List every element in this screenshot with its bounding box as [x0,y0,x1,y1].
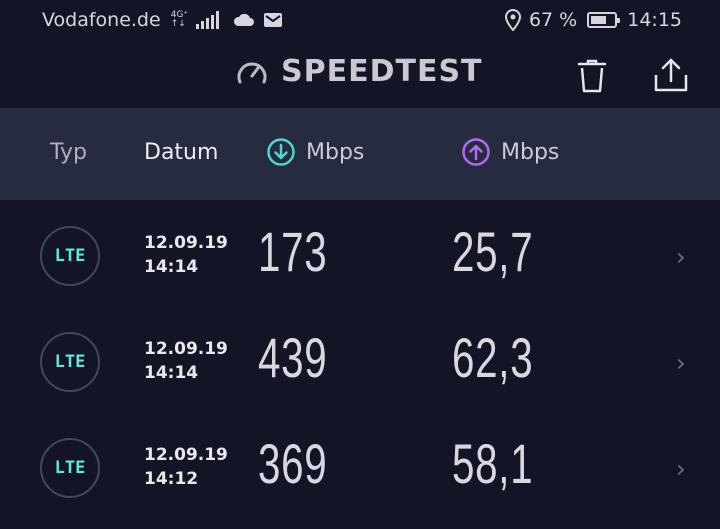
result-datetime: 12.09.19 14:12 [144,443,228,491]
column-upload-unit: Mbps [501,139,560,165]
upload-speed: 58,1 [452,432,534,495]
result-row[interactable]: LTE 12.09.19 14:14 173 25,7 › [0,200,720,306]
signal-icon [196,11,220,29]
download-speed: 439 [258,326,328,389]
chevron-right-icon: › [676,455,686,483]
result-time: 14:14 [144,257,199,277]
status-bar: Vodafone.de 4G⁺ ↑↓ 67 % 14:15 [0,0,720,40]
result-row[interactable]: LTE 12.09.19 14:12 369 58,1 › [0,412,720,518]
result-date: 12.09.19 [144,445,228,465]
battery-level-fill [591,16,606,24]
column-header-download[interactable]: Mbps [266,137,364,167]
clock-time: 14:15 [627,9,682,31]
upload-speed: 25,7 [452,220,534,283]
result-datetime: 12.09.19 14:14 [144,337,228,385]
column-type-label: Typ [50,140,87,165]
column-header-date[interactable]: Datum [144,140,218,165]
battery-percent: 67 % [528,9,578,31]
results-header: Typ Datum Mbps Mbps [0,108,720,200]
share-button[interactable] [650,54,692,96]
result-time: 14:14 [144,363,199,383]
download-speed: 369 [258,432,328,495]
chevron-right-icon: › [676,349,686,377]
speedometer-icon [237,62,267,83]
share-icon [654,58,688,92]
status-left: Vodafone.de 4G⁺ ↑↓ [42,9,283,31]
network-type-badge: 4G⁺ ↑↓ [171,11,188,29]
result-time: 14:12 [144,469,199,489]
result-row[interactable]: LTE 12.09.19 14:14 439 62,3 › [0,306,720,412]
connection-type-badge: LTE [40,226,100,286]
app-title: SPEEDTEST [281,54,483,89]
results-list: LTE 12.09.19 14:14 173 25,7 › LTE 12.09.… [0,200,720,518]
trash-icon [577,59,607,93]
cloud-icon [234,13,255,26]
chevron-right-icon: › [676,243,686,271]
app-brand: SPEEDTEST [235,54,483,89]
upload-speed: 62,3 [452,326,534,389]
location-icon [504,9,521,31]
battery-icon [587,12,621,28]
mail-icon [264,13,283,27]
upload-arrow-icon [462,138,490,166]
column-download-unit: Mbps [306,139,365,165]
carrier-name: Vodafone.de [42,9,161,31]
download-speed: 173 [258,220,328,283]
download-arrow-icon [267,138,295,166]
app-bar: SPEEDTEST [0,40,720,108]
connection-type-badge: LTE [40,332,100,392]
result-datetime: 12.09.19 14:14 [144,231,228,279]
delete-button[interactable] [574,56,610,96]
column-header-upload[interactable]: Mbps [461,137,559,167]
status-right: 67 % 14:15 [504,9,682,31]
connection-type-badge: LTE [40,438,100,498]
network-activity-label: ↑↓ [170,19,186,29]
column-header-type[interactable]: Typ [50,140,87,165]
result-date: 12.09.19 [144,339,228,359]
column-date-label: Datum [144,140,219,165]
result-date: 12.09.19 [144,233,228,253]
